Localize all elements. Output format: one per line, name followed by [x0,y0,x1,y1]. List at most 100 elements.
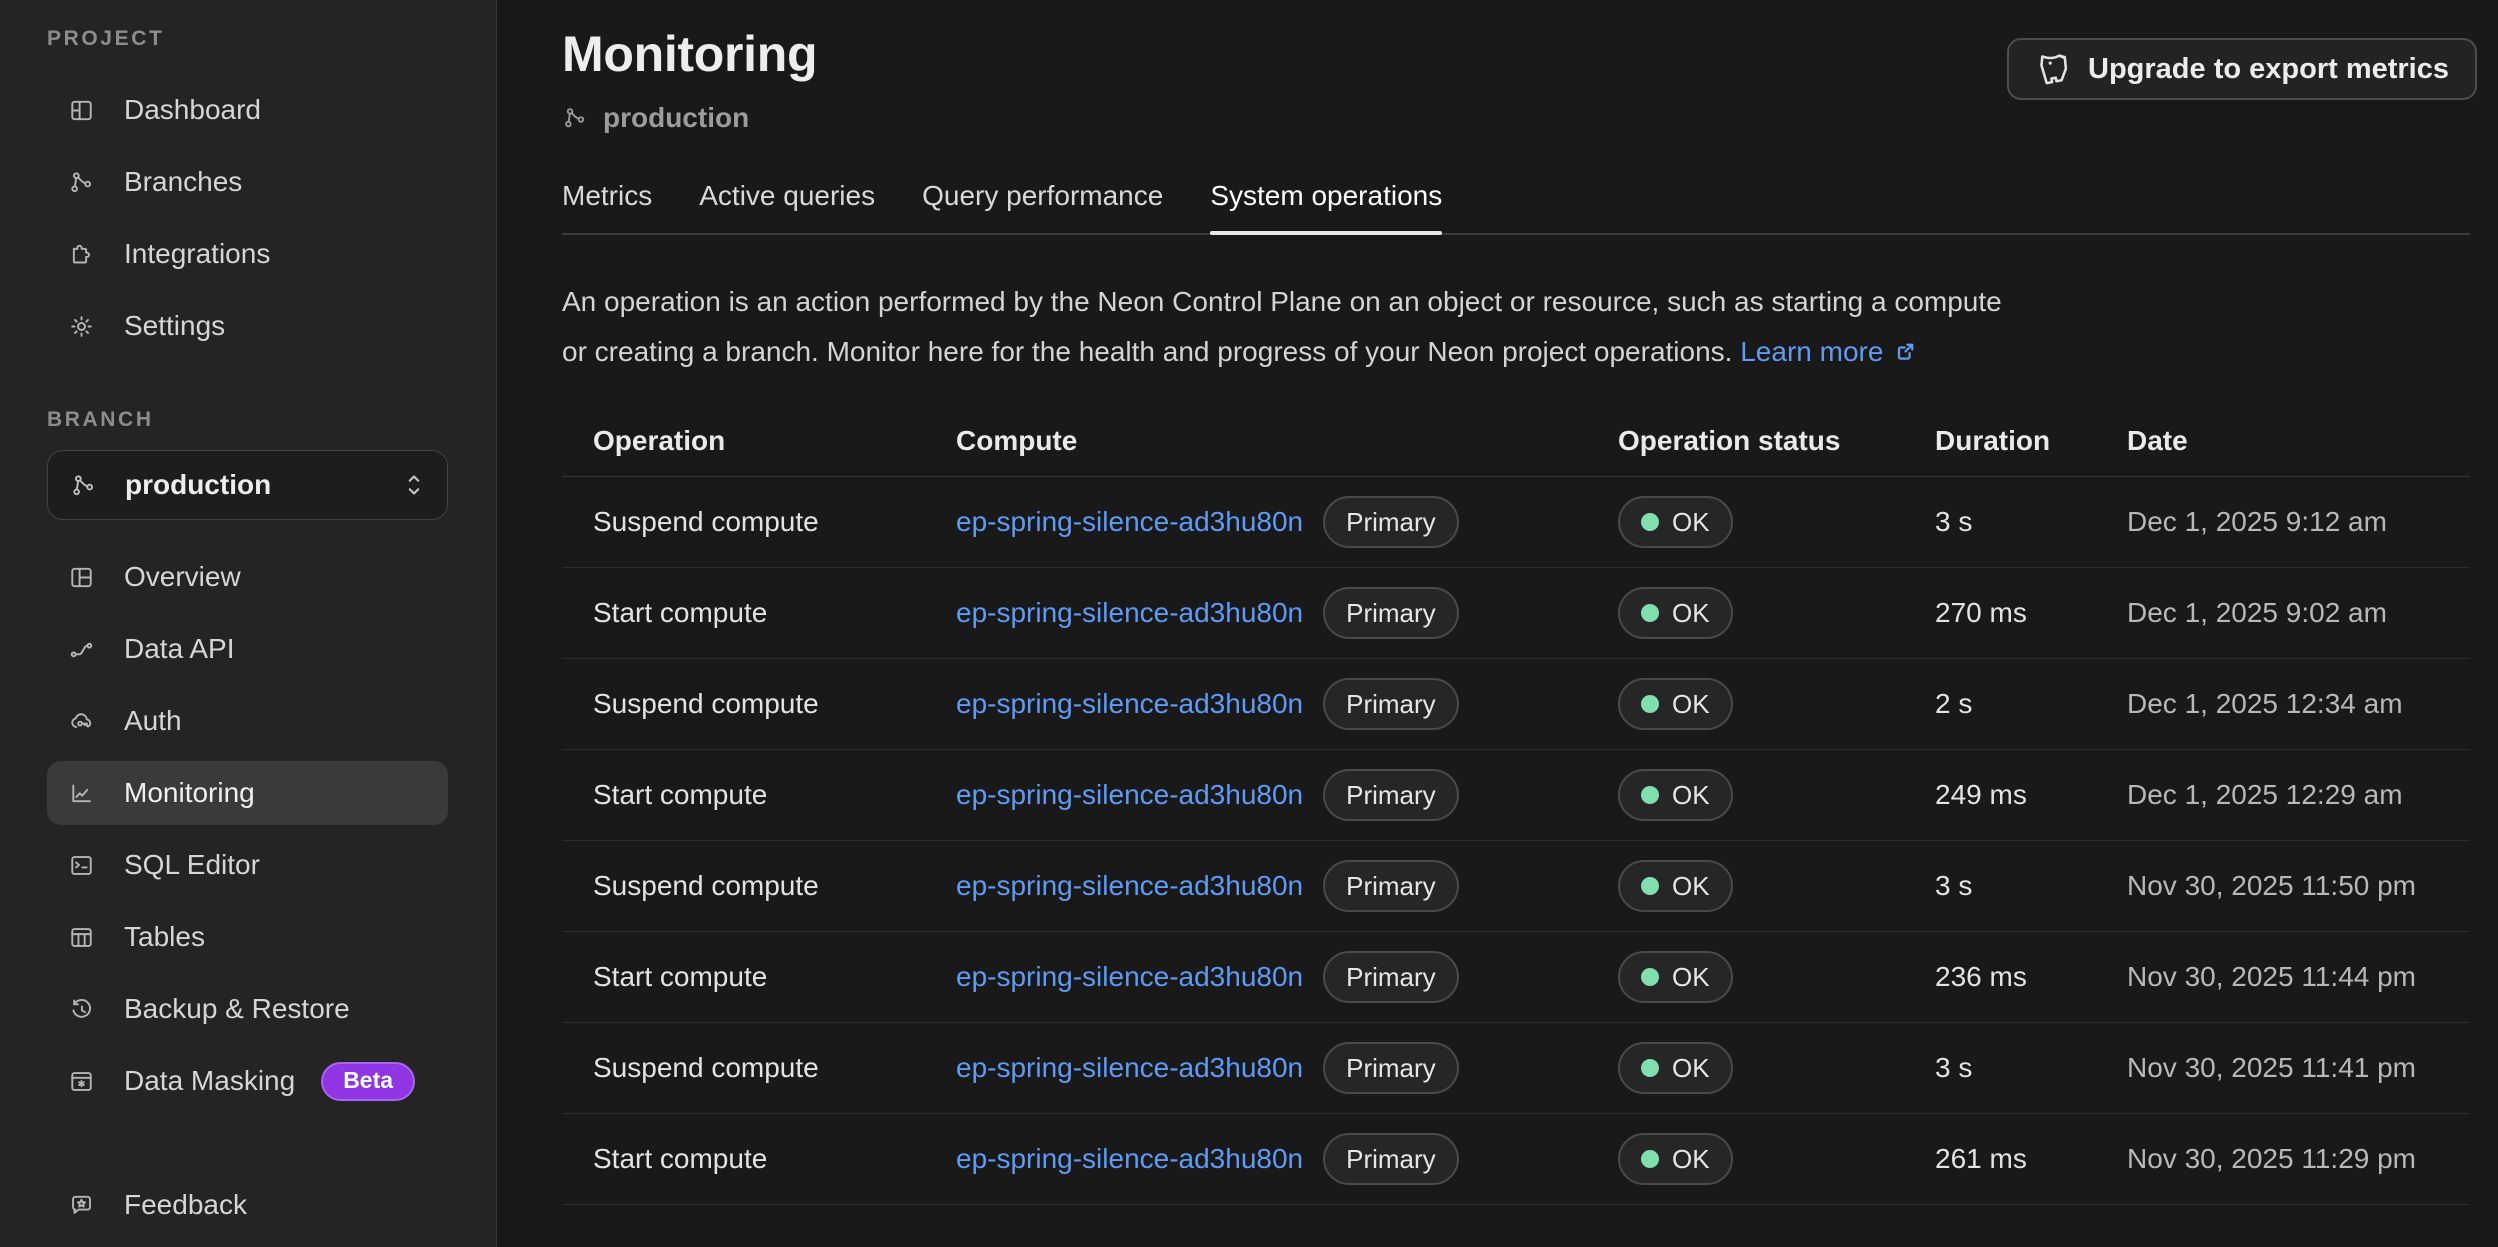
compute-cell: ep-spring-silence-ad3hu80n Primary [956,860,1618,912]
sidebar-footer-nav: Feedback [0,1169,496,1241]
status-ok-dot [1641,877,1659,895]
duration-cell: 270 ms [1935,597,2127,629]
operation-cell: Suspend compute [593,1052,956,1084]
sidebar-item-integrations[interactable]: Integrations [47,218,448,290]
compute-endpoint-link[interactable]: ep-spring-silence-ad3hu80n [956,870,1303,902]
data-masking-icon [68,1068,95,1095]
column-header-operation: Operation [593,425,956,457]
sidebar-item-backup-restore[interactable]: Backup & Restore [47,973,448,1045]
table-row: Suspend computeep-spring-silence-ad3hu80… [562,477,2470,568]
compute-endpoint-link[interactable]: ep-spring-silence-ad3hu80n [956,961,1303,993]
sidebar-item-label: Auth [124,705,182,737]
dashboard-icon [68,97,95,124]
tab-query-performance[interactable]: Query performance [922,180,1163,233]
sidebar-item-data-api[interactable]: Data API [47,613,448,685]
date-cell: Nov 30, 2025 11:50 pm [2127,870,2470,902]
compute-cell: ep-spring-silence-ad3hu80nPrimary [956,678,1618,730]
sidebar-item-monitoring[interactable]: Monitoring [47,761,448,825]
table-body: Suspend computeep-spring-silence-ad3hu80… [562,477,2470,1205]
sidebar-item-label: Integrations [124,238,270,270]
tab-metrics[interactable]: Metrics [562,180,652,233]
chevron-up-down-icon [399,468,429,502]
operations-table: OperationComputeOperation statusDuration… [562,405,2470,1205]
status-badge: OK [1618,587,1733,639]
compute-endpoint-link[interactable]: ep-spring-silence-ad3hu80n [956,779,1303,811]
sidebar-item-sql-editor[interactable]: SQL Editor [47,829,448,901]
status-cell: OK [1618,1133,1935,1185]
branch-nav: OverviewData API Auth Monitoring SQL Editor… [0,541,496,1117]
sidebar-item-label: Monitoring [124,777,255,809]
sidebar-item-label: Tables [124,921,205,953]
status-badge: OK [1618,860,1733,912]
branch-selector-value: production [125,469,399,501]
compute-cell: ep-spring-silence-ad3hu80nPrimary [956,769,1618,821]
sidebar-item-label: Settings [124,310,225,342]
compute-cell: ep-spring-silence-ad3hu80nPrimary [956,1133,1618,1185]
operation-cell: Start compute [593,597,956,629]
sidebar: PROJECT DashboardBranchesIntegrationsSet… [0,0,497,1247]
tables-icon [68,924,95,951]
neon-console-app: PROJECT DashboardBranchesIntegrationsSet… [0,0,2498,1247]
compute-endpoint-link[interactable]: ep-spring-silence-ad3hu80n [956,506,1303,538]
duration-cell: 3 s [1935,870,2127,902]
external-link-icon [1892,338,1919,365]
sidebar-item-data-masking[interactable]: Data Masking Beta [47,1045,448,1117]
status-label: OK [1672,1146,1710,1172]
beta-badge: Beta [321,1062,415,1101]
table-row: Start computeep-spring-silence-ad3hu80nP… [562,1114,2470,1205]
status-cell: OK [1618,1042,1935,1094]
table-row: Suspend computeep-spring-silence-ad3hu80… [562,841,2470,932]
sidebar-item-label: Feedback [124,1189,247,1221]
primary-badge: Primary [1323,951,1459,1003]
sidebar-item-tables[interactable]: Tables [47,901,448,973]
datadog-dog-icon [2035,50,2073,88]
compute-endpoint-link[interactable]: ep-spring-silence-ad3hu80n [956,1143,1303,1175]
sidebar-item-auth[interactable]: Auth [47,685,448,757]
compute-endpoint-link[interactable]: ep-spring-silence-ad3hu80n [956,688,1303,720]
branch-selector[interactable]: production [47,450,448,520]
upgrade-button-label: Upgrade to export metrics [2088,53,2449,86]
column-header-date: Date [2127,425,2470,457]
sidebar-item-feedback[interactable]: Feedback [47,1169,448,1241]
project-nav: Dashboard Branches Integrations Settings [0,74,496,362]
status-cell: OK [1618,587,1935,639]
duration-cell: 236 ms [1935,961,2127,993]
sidebar-item-label: Branches [124,166,242,198]
description-text: An operation is an action performed by t… [562,277,2498,377]
status-label: OK [1672,1055,1710,1081]
sidebar-item-dashboard[interactable]: Dashboard [47,74,448,146]
status-badge: OK [1618,951,1733,1003]
status-label: OK [1672,691,1710,717]
tab-system-operations[interactable]: System operations [1210,180,1442,233]
date-cell: Dec 1, 2025 9:02 am [2127,597,2470,629]
integrations-icon [68,241,95,268]
primary-badge: Primary [1323,587,1459,639]
table-row: Start computeep-spring-silence-ad3hu80nP… [562,932,2470,1023]
status-ok-dot [1641,513,1659,531]
sidebar-item-settings[interactable]: Settings [47,290,448,362]
sidebar-item-branches[interactable]: Branches [47,146,448,218]
duration-cell: 3 s [1935,1052,2127,1084]
learn-more-link[interactable]: Learn more [1740,336,1883,367]
branches-icon [68,169,95,196]
duration-cell: 249 ms [1935,779,2127,811]
operation-cell: Start compute [593,1143,956,1175]
table-row: Suspend computeep-spring-silence-ad3hu80… [562,1023,2470,1114]
compute-cell: ep-spring-silence-ad3hu80nPrimary [956,1042,1618,1094]
sidebar-item-label: Data Masking [124,1065,295,1097]
compute-endpoint-link[interactable]: ep-spring-silence-ad3hu80n [956,1052,1303,1084]
feedback-icon [68,1192,95,1219]
primary-badge: Primary [1323,860,1459,912]
sidebar-item-overview[interactable]: Overview [47,541,448,613]
status-badge: OK [1618,1133,1733,1185]
status-badge: OK [1618,678,1733,730]
column-header-compute: Compute [956,425,1618,457]
compute-endpoint-link[interactable]: ep-spring-silence-ad3hu80n [956,597,1303,629]
status-badge: OK [1618,769,1733,821]
status-label: OK [1672,600,1710,626]
status-ok-dot [1641,1059,1659,1077]
tab-active-queries[interactable]: Active queries [699,180,875,233]
table-row: Start computeep-spring-silence-ad3hu80nP… [562,750,2470,841]
upgrade-to-export-metrics-button[interactable]: Upgrade to export metrics [2007,38,2477,100]
compute-cell: ep-spring-silence-ad3hu80n Primary [956,587,1618,639]
